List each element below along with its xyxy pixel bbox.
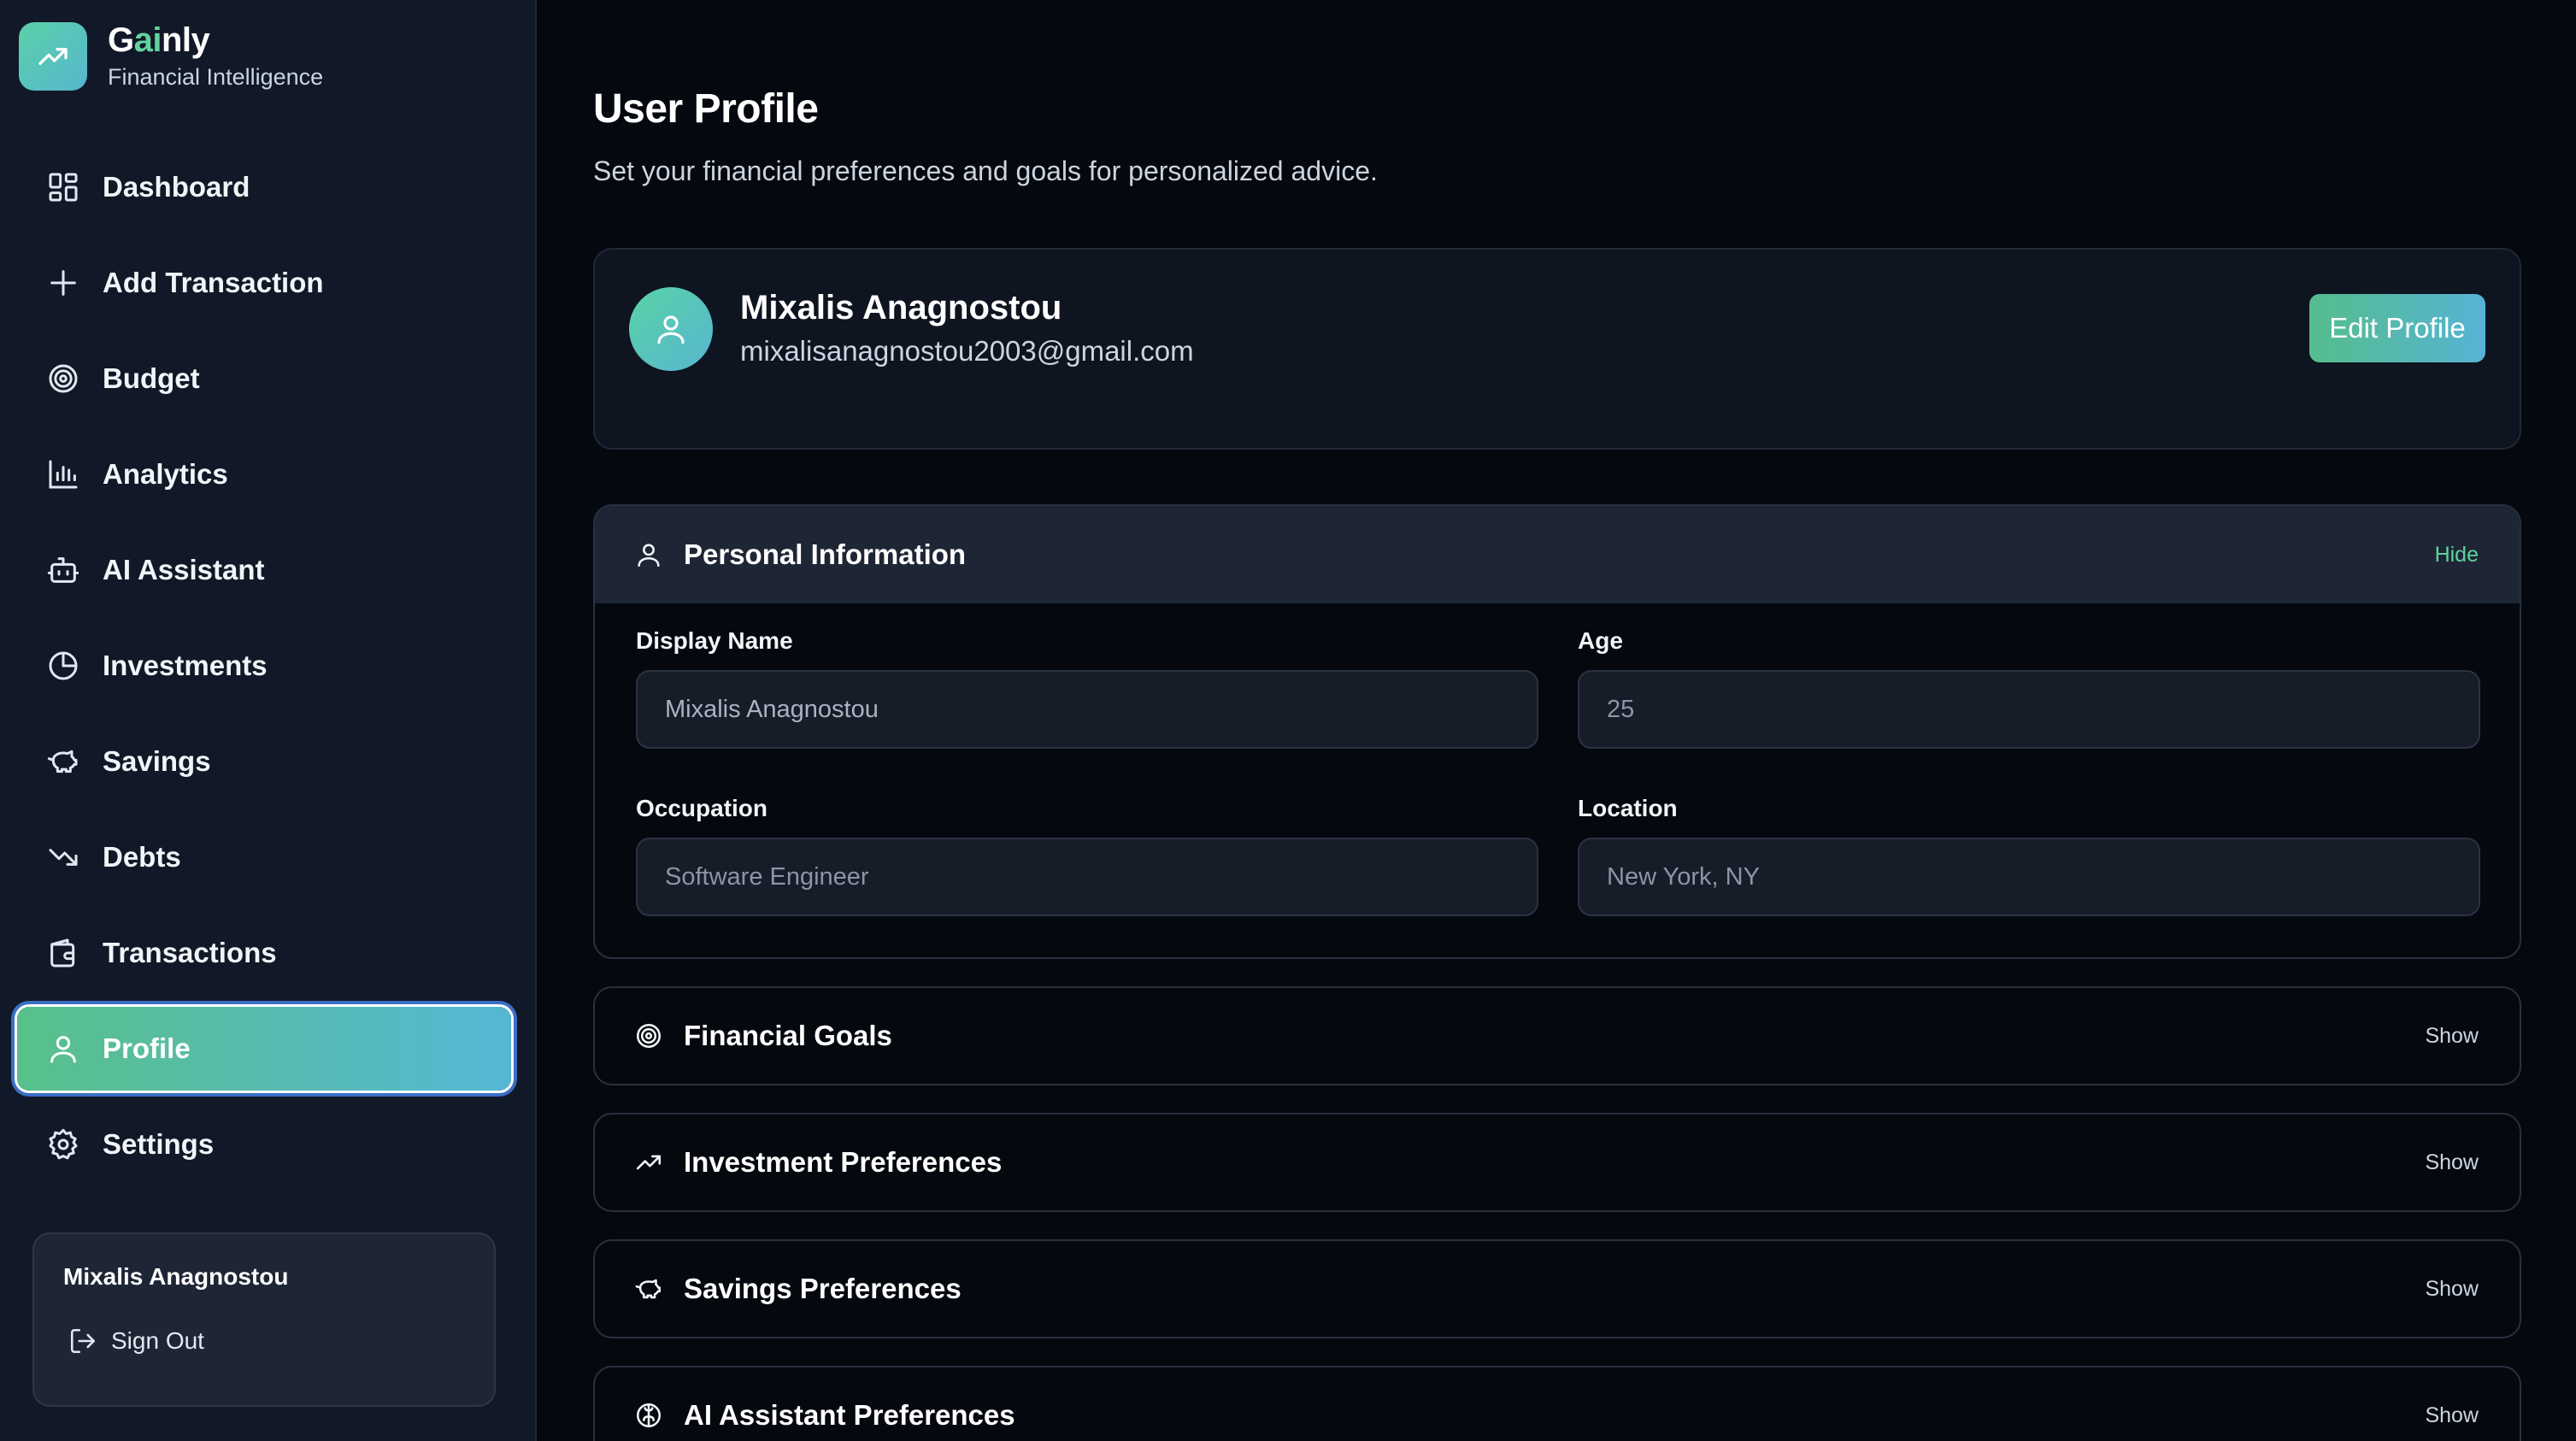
financial-goals-section: Financial Goals Show [593, 986, 2521, 1085]
avatar [629, 287, 713, 371]
age-field: Age 25 [1578, 627, 2480, 749]
sidebar-item-label: Add Transaction [103, 267, 324, 298]
sidebar-item-label: Transactions [103, 937, 277, 968]
user-icon [638, 544, 660, 568]
page-title: User Profile [593, 86, 819, 132]
target-icon [49, 364, 78, 393]
trending-up-icon [19, 22, 87, 91]
sidebar-item-label: AI Assistant [103, 554, 265, 585]
app-window: Gainly Financial Intelligence Dashboard … [0, 0, 2576, 1441]
hide-toggle[interactable]: Hide [2435, 543, 2479, 568]
brain-icon [636, 1403, 662, 1428]
target-icon [636, 1023, 662, 1049]
brand-name: Gainly [108, 21, 210, 59]
bar-chart-icon [49, 460, 78, 489]
section-title: Investment Preferences [684, 1146, 1003, 1178]
pie-chart-icon [49, 651, 78, 680]
financial-goals-header[interactable]: Financial Goals Show [595, 988, 2520, 1084]
brand[interactable]: Gainly Financial Intelligence [19, 21, 324, 91]
profile-card: Mixalis Anagnostou mixalisanagnostou2003… [593, 248, 2521, 450]
show-toggle[interactable]: Show [2425, 1277, 2479, 1302]
show-toggle[interactable]: Show [2425, 1403, 2479, 1428]
sidebar-item-investments[interactable]: Investments [17, 624, 511, 708]
savings-preferences-header[interactable]: Savings Preferences Show [595, 1241, 2520, 1337]
ai-assistant-preferences-header[interactable]: AI Assistant Preferences Show [595, 1367, 2520, 1441]
occupation-label: Occupation [636, 795, 768, 821]
profile-name: Mixalis Anagnostou [740, 289, 1062, 326]
display-name-label: Display Name [636, 627, 793, 654]
sidebar-item-label: Profile [103, 1032, 191, 1064]
location-label: Location [1578, 795, 1678, 821]
personal-information-form: Display Name Mixalis Anagnostou Age 25 O… [595, 603, 2520, 957]
page-subtitle: Set your financial preferences and goals… [593, 156, 1378, 186]
sidebar-item-dashboard[interactable]: Dashboard [17, 145, 511, 229]
sidebar-item-label: Investments [103, 650, 268, 681]
bot-icon [47, 557, 79, 583]
section-title: Savings Preferences [684, 1273, 962, 1304]
brand-tagline: Financial Intelligence [108, 64, 324, 90]
sidebar-user-name: Mixalis Anagnostou [63, 1263, 289, 1290]
age-label: Age [1578, 627, 1623, 654]
piggy-bank-icon [47, 750, 78, 773]
section-title: AI Assistant Preferences [684, 1399, 1015, 1431]
sidebar-user-card: Mixalis Anagnostou Sign Out [32, 1232, 496, 1407]
display-name-field: Display Name Mixalis Anagnostou [636, 627, 1538, 749]
edit-profile-button[interactable]: Edit Profile [2309, 294, 2485, 362]
occupation-field: Occupation Software Engineer [636, 795, 1538, 916]
piggy-bank-icon [635, 1279, 662, 1299]
display-name-input[interactable]: Mixalis Anagnostou [636, 670, 1538, 749]
location-input[interactable]: New York, NY [1578, 838, 2480, 916]
dashboard-icon [49, 173, 78, 202]
section-title: Financial Goals [684, 1020, 892, 1051]
sidebar-item-label: Savings [103, 745, 211, 777]
trending-up-icon [636, 1155, 662, 1170]
ai-assistant-preferences-section: AI Assistant Preferences Show [593, 1366, 2521, 1441]
sidebar-item-label: Dashboard [103, 171, 250, 203]
sidebar-item-transactions[interactable]: Transactions [17, 911, 511, 995]
plus-icon [50, 270, 76, 296]
sidebar-item-label: Budget [103, 362, 200, 394]
sidebar-item-add-transaction[interactable]: Add Transaction [17, 241, 511, 325]
sidebar-item-budget[interactable]: Budget [17, 337, 511, 421]
sidebar-item-label: Settings [103, 1128, 215, 1160]
investment-preferences-section: Investment Preferences Show [593, 1113, 2521, 1212]
sidebar-item-analytics[interactable]: Analytics [17, 432, 511, 516]
sidebar: Gainly Financial Intelligence Dashboard … [0, 0, 537, 1441]
log-out-icon [70, 1328, 96, 1354]
show-toggle[interactable]: Show [2425, 1024, 2479, 1049]
sidebar-item-label: Debts [103, 841, 181, 873]
sidebar-item-profile[interactable]: Profile [17, 1007, 511, 1091]
sidebar-item-debts[interactable]: Debts [17, 815, 511, 899]
user-icon [657, 315, 685, 344]
user-icon [50, 1036, 76, 1063]
profile-email: mixalisanagnostou2003@gmail.com [740, 335, 1194, 367]
sidebar-item-savings[interactable]: Savings [17, 720, 511, 803]
location-field: Location New York, NY [1578, 795, 2480, 916]
personal-information-section: Personal Information Hide Display Name M… [593, 504, 2521, 959]
age-input[interactable]: 25 [1578, 670, 2480, 749]
sign-out-button[interactable]: Sign Out [63, 1326, 465, 1356]
sign-out-label: Sign Out [111, 1327, 204, 1354]
investment-preferences-header[interactable]: Investment Preferences Show [595, 1115, 2520, 1210]
show-toggle[interactable]: Show [2425, 1150, 2479, 1175]
sidebar-item-ai-assistant[interactable]: AI Assistant [17, 528, 511, 612]
sidebar-nav: Dashboard Add Transaction Budget Analyti… [17, 145, 511, 1198]
wallet-icon [50, 938, 75, 968]
sidebar-item-label: Analytics [103, 458, 228, 490]
sidebar-item-settings[interactable]: Settings [17, 1103, 511, 1186]
gear-icon [49, 1128, 78, 1160]
savings-preferences-section: Savings Preferences Show [593, 1239, 2521, 1338]
trending-down-icon [49, 849, 78, 866]
section-title: Personal Information [684, 538, 967, 570]
personal-information-header[interactable]: Personal Information Hide [595, 506, 2520, 603]
occupation-input[interactable]: Software Engineer [636, 838, 1538, 916]
